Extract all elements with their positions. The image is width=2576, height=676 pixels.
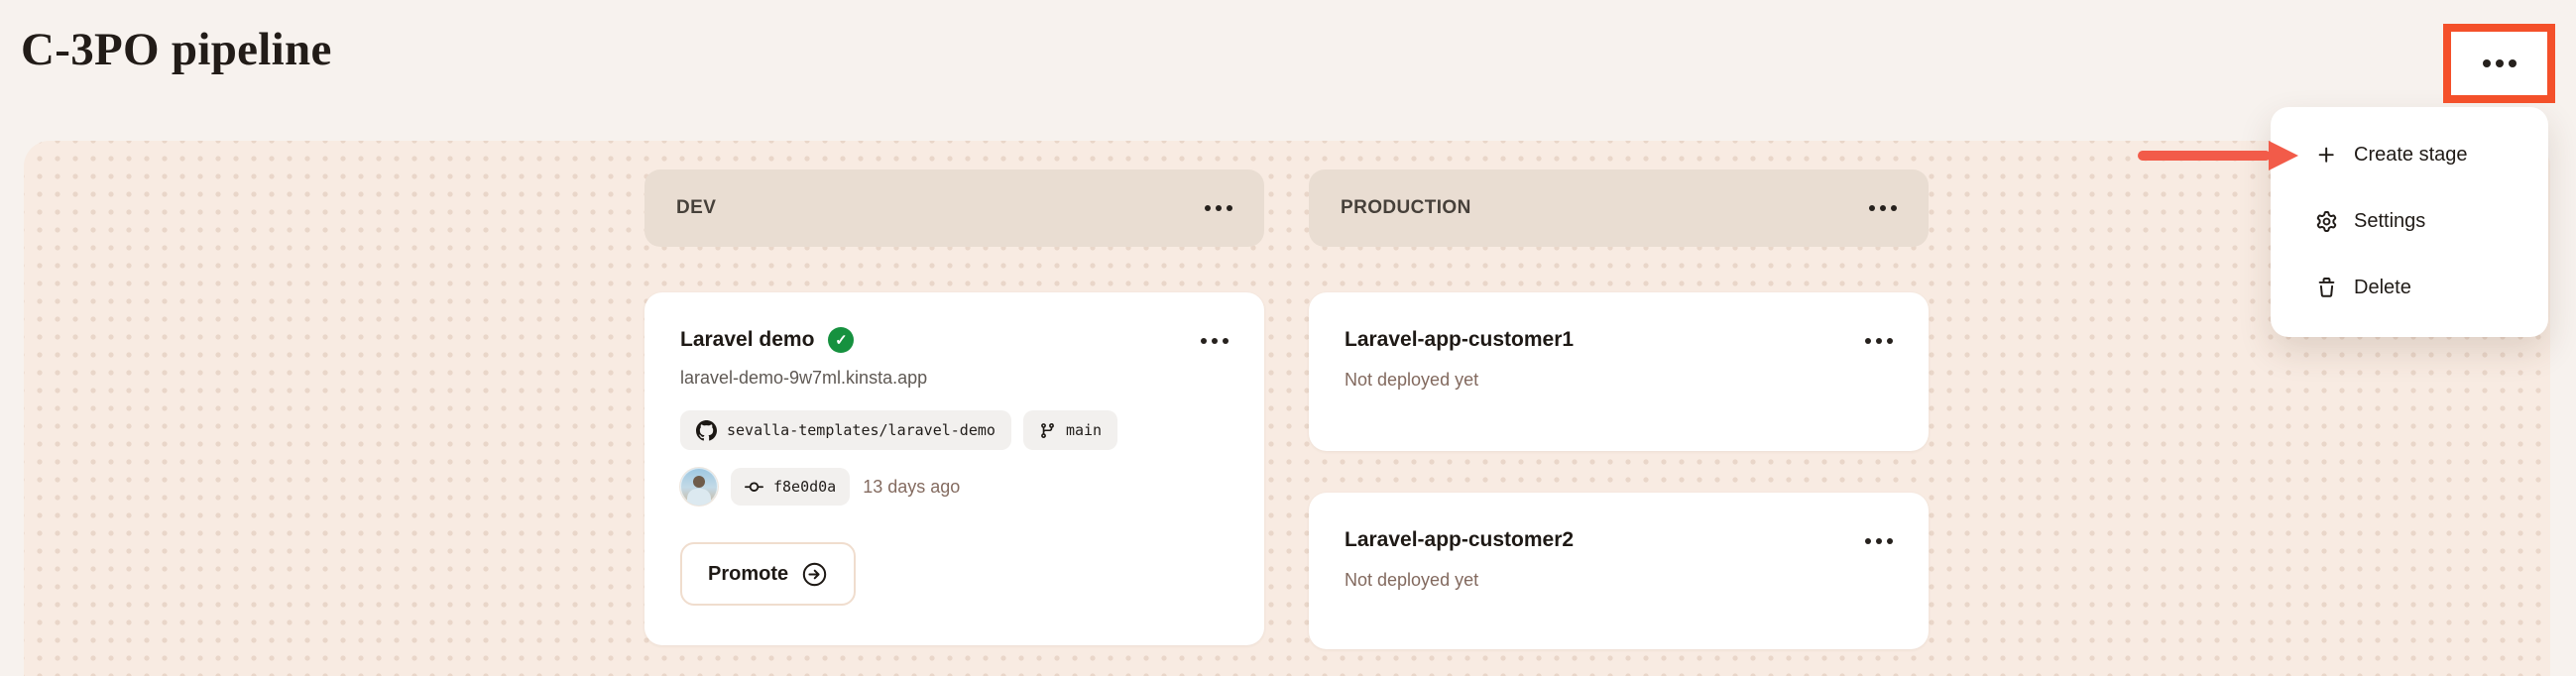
ellipsis-icon [1201, 338, 1207, 344]
branch-name: main [1066, 421, 1102, 439]
menu-item-settings[interactable]: Settings [2271, 188, 2548, 255]
pipeline-context-menu: Create stage Settings Delete [2271, 107, 2548, 337]
app-card-title-row: Laravel-app-customer1 [1345, 326, 1893, 354]
page-title: C-3PO pipeline [21, 20, 332, 79]
commit-row: f8e0d0a 13 days ago [680, 468, 1229, 506]
ellipsis-icon [1865, 338, 1871, 344]
deploy-status: Not deployed yet [1345, 570, 1893, 591]
stage-column-production: PRODUCTION Laravel-app-customer1 Not dep… [1309, 169, 1929, 676]
repo-name: sevalla-templates/laravel-demo [727, 421, 995, 439]
menu-item-label: Delete [2354, 277, 2411, 299]
github-icon [696, 420, 717, 441]
stage-header-dev: DEV [644, 169, 1264, 247]
menu-item-label: Create stage [2354, 144, 2468, 167]
deploy-status: Not deployed yet [1345, 370, 1893, 391]
repo-badge[interactable]: sevalla-templates/laravel-demo [680, 410, 1011, 450]
stage-menu-button[interactable] [1203, 199, 1234, 217]
repo-badges: sevalla-templates/laravel-demo main [680, 410, 1229, 450]
stage-name: DEV [676, 197, 716, 219]
pipeline-page: C-3PO pipeline DEV Laravel demo ✓ larave… [0, 0, 2576, 676]
stage-menu-button[interactable] [1867, 199, 1899, 217]
stage-header-production: PRODUCTION [1309, 169, 1929, 247]
deploy-time: 13 days ago [863, 477, 960, 498]
app-card-menu-button[interactable] [1863, 332, 1895, 350]
ellipsis-icon [1865, 538, 1871, 544]
trash-icon [2316, 278, 2337, 298]
ellipsis-icon [1869, 205, 1875, 211]
app-card-menu-button[interactable] [1199, 332, 1230, 350]
promote-label: Promote [708, 563, 788, 586]
pipeline-menu-button[interactable] [2481, 54, 2518, 73]
menu-item-create-stage[interactable]: Create stage [2271, 122, 2548, 188]
app-card-menu-button[interactable] [1863, 532, 1895, 550]
app-card-title-row: Laravel-app-customer2 [1345, 526, 1893, 554]
promote-button[interactable]: Promote [680, 542, 856, 606]
app-name: Laravel-app-customer2 [1345, 526, 1574, 554]
app-card-customer2[interactable]: Laravel-app-customer2 Not deployed yet [1309, 493, 1929, 649]
plus-icon [2316, 145, 2337, 166]
ellipsis-icon [2483, 59, 2491, 67]
commit-icon [745, 478, 763, 497]
app-name: Laravel-app-customer1 [1345, 326, 1574, 354]
pipeline-board: DEV Laravel demo ✓ laravel-demo-9w7ml.ki… [24, 141, 2550, 676]
menu-item-delete[interactable]: Delete [2271, 255, 2548, 321]
annotation-arrow [2138, 141, 2298, 170]
stage-column-dev: DEV Laravel demo ✓ laravel-demo-9w7ml.ki… [644, 169, 1264, 676]
check-circle-icon: ✓ [828, 327, 854, 353]
app-card-laravel-demo[interactable]: Laravel demo ✓ laravel-demo-9w7ml.kinsta… [644, 292, 1264, 645]
gear-icon [2316, 211, 2337, 232]
app-domain[interactable]: laravel-demo-9w7ml.kinsta.app [680, 368, 1229, 389]
arrow-right-circle-icon [801, 561, 828, 588]
menu-item-label: Settings [2354, 210, 2425, 233]
app-name: Laravel demo [680, 326, 814, 354]
app-card-title-row: Laravel demo ✓ [680, 326, 1229, 354]
app-card-customer1[interactable]: Laravel-app-customer1 Not deployed yet [1309, 292, 1929, 451]
committer-avatar[interactable] [680, 468, 718, 506]
branch-badge[interactable]: main [1023, 410, 1117, 450]
commit-hash: f8e0d0a [773, 478, 836, 496]
stage-name: PRODUCTION [1341, 197, 1471, 219]
branch-icon [1039, 422, 1056, 439]
ellipsis-icon [1205, 205, 1211, 211]
commit-badge[interactable]: f8e0d0a [731, 468, 850, 506]
annotation-highlight-box [2443, 24, 2555, 103]
